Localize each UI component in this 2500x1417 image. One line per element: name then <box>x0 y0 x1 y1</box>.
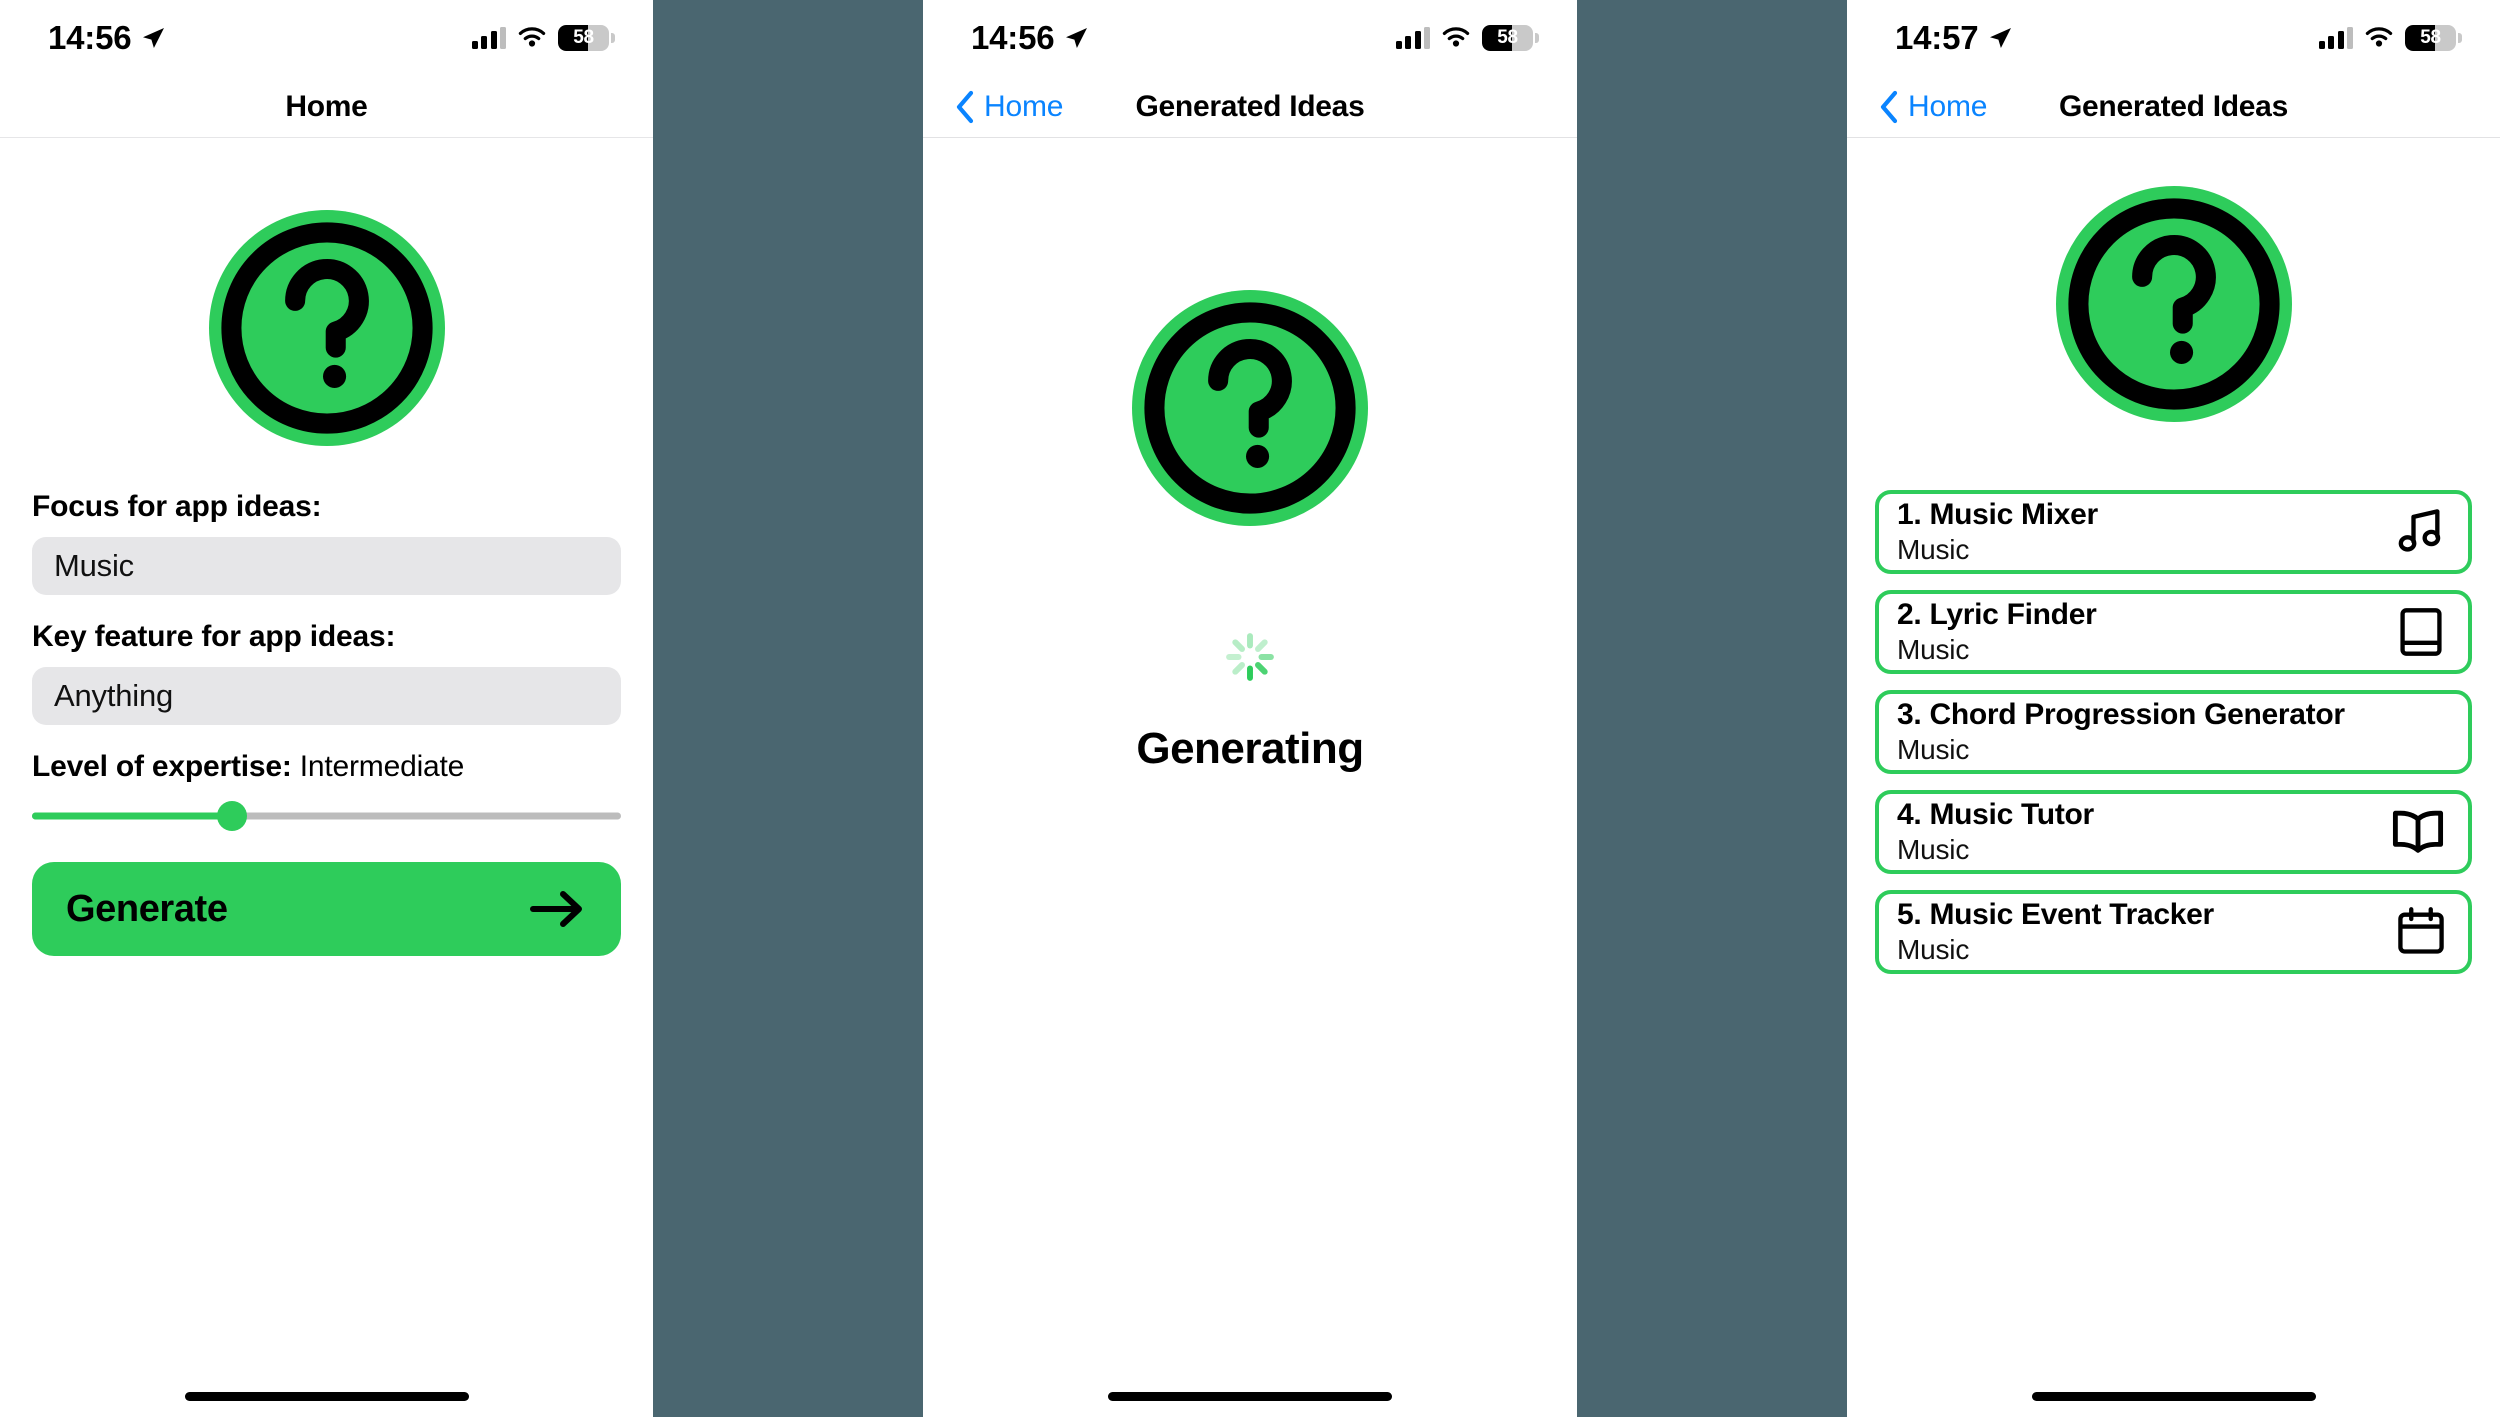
chevron-left-icon <box>1880 90 1898 123</box>
cellular-bars-icon <box>2318 27 2353 49</box>
idea-card[interactable]: 1. Music Mixer Music <box>1875 490 2472 574</box>
wifi-icon <box>2365 27 2393 47</box>
book-open-icon <box>2390 807 2446 857</box>
idea-subtitle: Music <box>1897 733 1970 765</box>
music-note-icon <box>2394 506 2446 558</box>
location-arrow-icon <box>1990 28 2012 48</box>
panel-divider-1 <box>653 0 923 1417</box>
book-closed-icon <box>2396 606 2446 658</box>
status-bar: 14:57 58 <box>1847 0 2500 76</box>
expertise-label-row: Level of expertise: Intermediate <box>32 750 621 784</box>
idea-subtitle: Music <box>1897 933 1970 965</box>
question-mark-circle-icon <box>1132 290 1368 526</box>
idea-form: Focus for app ideas: Music Key feature f… <box>0 490 653 956</box>
phone-panel-home: 14:56 58 Home Focus for app ideas: Music… <box>0 0 653 1417</box>
status-bar: 14:56 58 <box>923 0 1577 76</box>
status-indicators: 58 <box>471 25 615 51</box>
generate-button[interactable]: Generate <box>32 862 621 956</box>
page-title: Generated Ideas <box>2059 89 2288 123</box>
calendar-icon <box>2396 906 2446 958</box>
phone-panel-generating: 14:56 58 Home Generated Ideas Generating <box>923 0 1577 1417</box>
arrow-right-icon <box>530 891 582 927</box>
idea-title: 5. Music Event Tracker <box>1897 898 2214 932</box>
idea-card[interactable]: 5. Music Event Tracker Music <box>1875 890 2472 974</box>
content-area: Focus for app ideas: Music Key feature f… <box>0 138 653 1417</box>
expertise-value: Intermediate <box>299 750 465 783</box>
app-logo-wrap <box>1847 186 2500 422</box>
expertise-label: Level of expertise: <box>32 750 292 783</box>
battery-percent: 58 <box>573 27 594 48</box>
battery-percent: 58 <box>1497 27 1518 48</box>
idea-title: 3. Chord Progression Generator <box>1897 698 2345 732</box>
idea-text: 1. Music Mixer Music <box>1897 498 2380 566</box>
idea-card[interactable]: 3. Chord Progression Generator Music <box>1875 690 2472 774</box>
back-button-label: Home <box>1908 89 1988 123</box>
status-bar: 14:56 58 <box>0 0 653 76</box>
idea-title: 4. Music Tutor <box>1897 798 2094 832</box>
screenshot-stage: 14:56 58 Home Focus for app ideas: Music… <box>0 0 2500 1417</box>
nav-bar: Home Generated Ideas <box>1847 76 2500 138</box>
status-time: 14:56 <box>971 19 1055 56</box>
generating-state: Generating <box>923 630 1577 774</box>
back-button[interactable]: Home <box>1879 90 1987 124</box>
cellular-bars-icon <box>1395 27 1430 49</box>
generating-status-text: Generating <box>1136 724 1364 773</box>
app-logo-wrap <box>0 210 653 446</box>
panel-divider-2 <box>1577 0 1847 1417</box>
idea-text: 4. Music Tutor Music <box>1897 798 2376 866</box>
location-arrow-icon <box>143 28 165 48</box>
status-time: 14:57 <box>1895 19 1979 56</box>
status-time-group: 14:57 <box>1895 19 2013 57</box>
phone-panel-ideas: 14:57 58 Home Generated Ideas 1. Music M… <box>1847 0 2500 1417</box>
back-button-label: Home <box>984 89 1064 123</box>
question-mark-circle-icon <box>208 210 445 446</box>
idea-card[interactable]: 4. Music Tutor Music <box>1875 790 2472 874</box>
home-indicator <box>1108 1392 1392 1401</box>
home-indicator <box>184 1392 469 1401</box>
idea-subtitle: Music <box>1897 833 1970 865</box>
battery-percent: 58 <box>2420 27 2441 48</box>
status-indicators: 58 <box>1395 25 1539 51</box>
page-title: Home <box>285 89 368 123</box>
generate-button-label: Generate <box>66 887 228 930</box>
app-logo-wrap <box>923 290 1577 526</box>
nav-bar: Home <box>0 76 653 138</box>
focus-input[interactable]: Music <box>32 537 621 595</box>
status-time: 14:56 <box>48 19 132 56</box>
idea-subtitle: Music <box>1897 533 1970 565</box>
generated-ideas-list: 1. Music Mixer Music 2. Lyric Finder Music 3… <box>1847 490 2500 974</box>
idea-card[interactable]: 2. Lyric Finder Music <box>1875 590 2472 674</box>
expertise-slider[interactable] <box>32 801 621 831</box>
status-time-group: 14:56 <box>48 19 166 57</box>
battery-icon: 58 <box>558 25 615 51</box>
status-indicators: 58 <box>2318 25 2462 51</box>
content-area: 1. Music Mixer Music 2. Lyric Finder Music 3… <box>1847 138 2500 1417</box>
battery-icon: 58 <box>1482 25 1539 51</box>
status-time-group: 14:56 <box>971 19 1089 57</box>
home-indicator <box>2031 1392 2316 1401</box>
location-arrow-icon <box>1066 28 1088 48</box>
wifi-icon <box>518 27 546 47</box>
back-button[interactable]: Home <box>955 90 1063 124</box>
idea-subtitle: Music <box>1897 633 1970 665</box>
chevron-left-icon <box>956 90 974 123</box>
question-mark-circle-icon <box>2055 186 2292 422</box>
page-title: Generated Ideas <box>1135 89 1365 123</box>
slider-thumb[interactable] <box>217 801 248 831</box>
idea-title: 2. Lyric Finder <box>1897 598 2097 632</box>
idea-text: 3. Chord Progression Generator Music <box>1897 698 2446 766</box>
nav-bar: Home Generated Ideas <box>923 76 1577 138</box>
cellular-bars-icon <box>471 27 506 49</box>
wifi-icon <box>1442 27 1470 47</box>
focus-field-label: Focus for app ideas: <box>32 490 322 523</box>
slider-fill <box>32 812 233 820</box>
loading-spinner-icon <box>1226 633 1274 681</box>
battery-icon: 58 <box>2405 25 2462 51</box>
feature-field-label: Key feature for app ideas: <box>32 620 396 653</box>
idea-text: 5. Music Event Tracker Music <box>1897 898 2382 966</box>
idea-title: 1. Music Mixer <box>1897 498 2098 532</box>
feature-input[interactable]: Anything <box>32 667 621 725</box>
content-area: Generating <box>923 138 1577 1417</box>
idea-text: 2. Lyric Finder Music <box>1897 598 2382 666</box>
